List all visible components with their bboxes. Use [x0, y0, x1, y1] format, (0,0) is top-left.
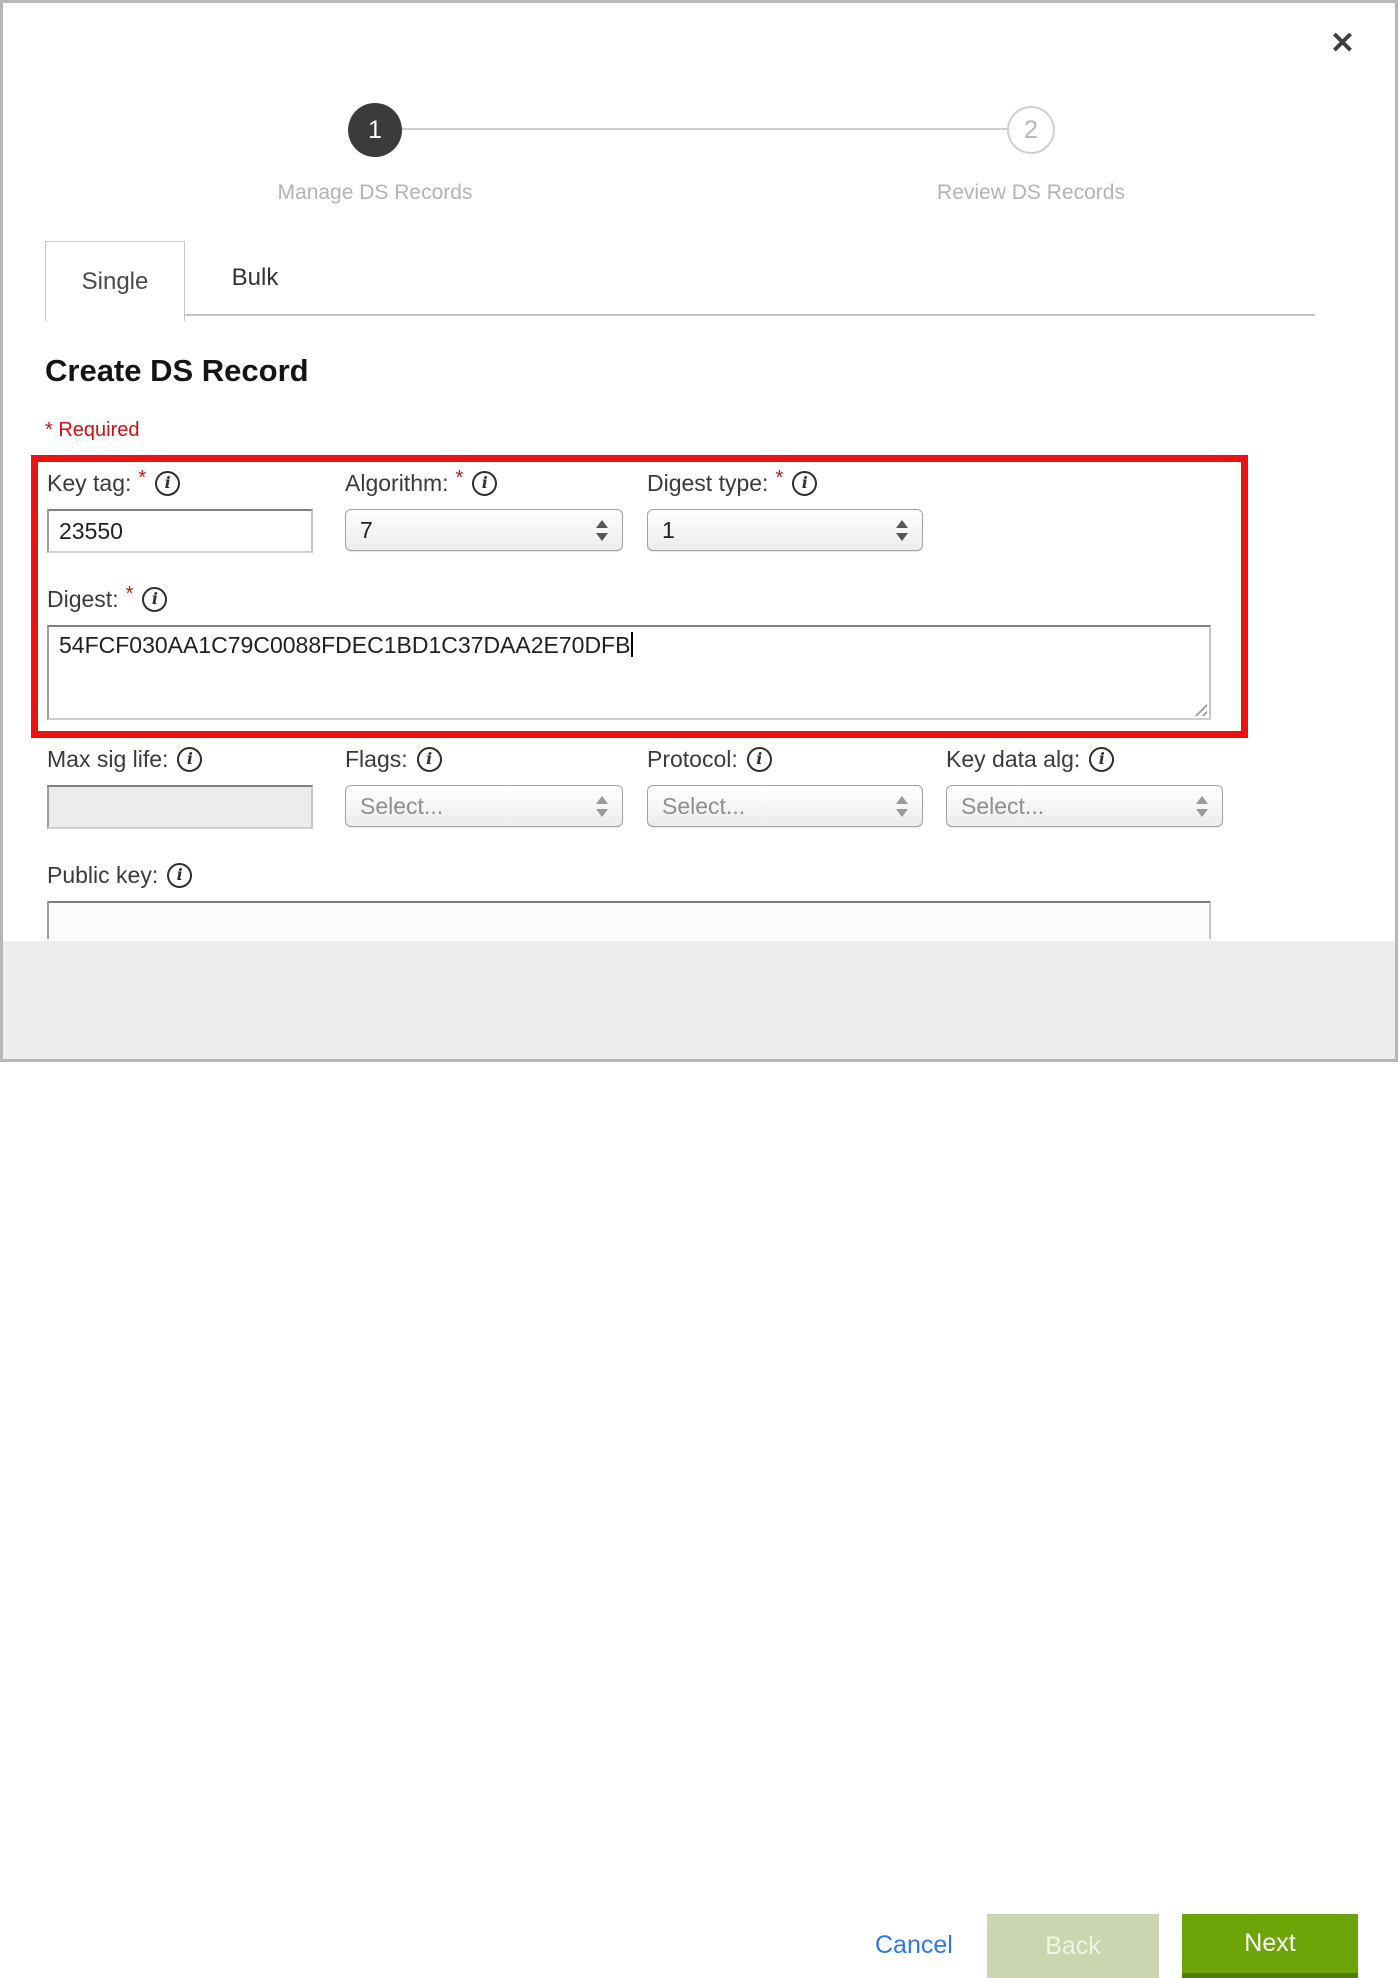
info-icon[interactable]: i: [167, 863, 192, 888]
info-icon[interactable]: i: [417, 747, 442, 772]
key-tag-input[interactable]: [47, 509, 313, 553]
digest-label: Digest:: [47, 586, 119, 613]
required-marker: *: [456, 467, 464, 490]
info-icon[interactable]: i: [472, 471, 497, 496]
field-flags: Flags: i Select...: [345, 743, 623, 827]
updown-arrows-icon: [896, 796, 908, 817]
field-label-row: Key data alg: i: [946, 743, 1223, 775]
tab-single[interactable]: Single: [45, 241, 185, 321]
info-icon[interactable]: i: [155, 471, 180, 496]
digest-textarea[interactable]: 54FCF030AA1C79C0088FDEC1BD1C37DAA2E70DFB: [47, 625, 1211, 720]
digest-type-label: Digest type:: [647, 470, 768, 497]
selected-value: 7: [346, 517, 596, 544]
selected-value: Select...: [346, 793, 596, 820]
stepper-step-1: 1: [348, 103, 402, 157]
info-icon[interactable]: i: [792, 471, 817, 496]
max-sig-life-label: Max sig life:: [47, 746, 168, 773]
protocol-select[interactable]: Select...: [647, 785, 923, 827]
field-digest-type: Digest type: * i 1: [647, 467, 923, 551]
digest-type-select[interactable]: 1: [647, 509, 923, 551]
info-icon[interactable]: i: [1089, 747, 1114, 772]
algorithm-label: Algorithm:: [345, 470, 449, 497]
tab-bulk[interactable]: Bulk: [185, 241, 325, 315]
digest-value: 54FCF030AA1C79C0088FDEC1BD1C37DAA2E70DFB: [59, 632, 630, 658]
dialog-footer: Cancel Back Next: [3, 941, 1395, 1059]
field-label-row: Protocol: i: [647, 743, 923, 775]
key-data-alg-label: Key data alg:: [946, 746, 1080, 773]
updown-arrows-icon: [596, 796, 608, 817]
field-public-key: Public key: i: [47, 859, 1211, 939]
required-marker: *: [126, 583, 134, 606]
info-icon[interactable]: i: [177, 747, 202, 772]
close-icon[interactable]: ✕: [1330, 29, 1355, 59]
required-marker: *: [775, 467, 783, 490]
step-number: 1: [368, 116, 382, 145]
stepper-label-review: Review DS Records: [937, 181, 1125, 205]
resize-handle-icon[interactable]: [1192, 701, 1207, 716]
back-button[interactable]: Back: [987, 1914, 1159, 1978]
protocol-label: Protocol:: [647, 746, 738, 773]
updown-arrows-icon: [596, 520, 608, 541]
cancel-button[interactable]: Cancel: [875, 1931, 953, 1960]
text-caret: [631, 632, 633, 657]
selected-value: 1: [648, 517, 896, 544]
selected-value: Select...: [648, 793, 896, 820]
field-label-row: Public key: i: [47, 859, 1211, 891]
updown-arrows-icon: [896, 520, 908, 541]
updown-arrows-icon: [1196, 796, 1208, 817]
key-tag-label: Key tag:: [47, 470, 131, 497]
field-label-row: Digest: * i: [47, 583, 1211, 615]
field-max-sig-life: Max sig life: i: [47, 743, 313, 829]
field-label-row: Digest type: * i: [647, 467, 923, 499]
next-button[interactable]: Next: [1182, 1914, 1358, 1978]
flags-select[interactable]: Select...: [345, 785, 623, 827]
stepper-label-manage: Manage DS Records: [278, 181, 473, 205]
public-key-label: Public key:: [47, 862, 158, 889]
page-title: Create DS Record: [45, 353, 309, 389]
field-algorithm: Algorithm: * i 7: [345, 467, 623, 551]
stepper-connector: [399, 128, 1009, 130]
stepper-step-2: 2: [1007, 106, 1055, 154]
info-icon[interactable]: i: [142, 587, 167, 612]
field-label-row: Algorithm: * i: [345, 467, 623, 499]
required-marker: *: [138, 467, 146, 490]
info-icon[interactable]: i: [747, 747, 772, 772]
step-number: 2: [1024, 116, 1038, 145]
field-key-data-alg: Key data alg: i Select...: [946, 743, 1223, 827]
create-ds-record-dialog: ✕ 1 2 Manage DS Records Review DS Record…: [0, 0, 1398, 1062]
algorithm-select[interactable]: 7: [345, 509, 623, 551]
selected-value: Select...: [947, 793, 1196, 820]
field-protocol: Protocol: i Select...: [647, 743, 923, 827]
field-digest: Digest: * i 54FCF030AA1C79C0088FDEC1BD1C…: [47, 583, 1211, 720]
key-data-alg-select[interactable]: Select...: [946, 785, 1223, 827]
field-key-tag: Key tag: * i: [47, 467, 313, 553]
public-key-textarea[interactable]: [47, 901, 1211, 939]
flags-label: Flags:: [345, 746, 408, 773]
field-label-row: Max sig life: i: [47, 743, 313, 775]
required-note: * Required: [45, 419, 140, 442]
field-label-row: Flags: i: [345, 743, 623, 775]
max-sig-life-input[interactable]: [47, 785, 313, 829]
field-label-row: Key tag: * i: [47, 467, 313, 499]
